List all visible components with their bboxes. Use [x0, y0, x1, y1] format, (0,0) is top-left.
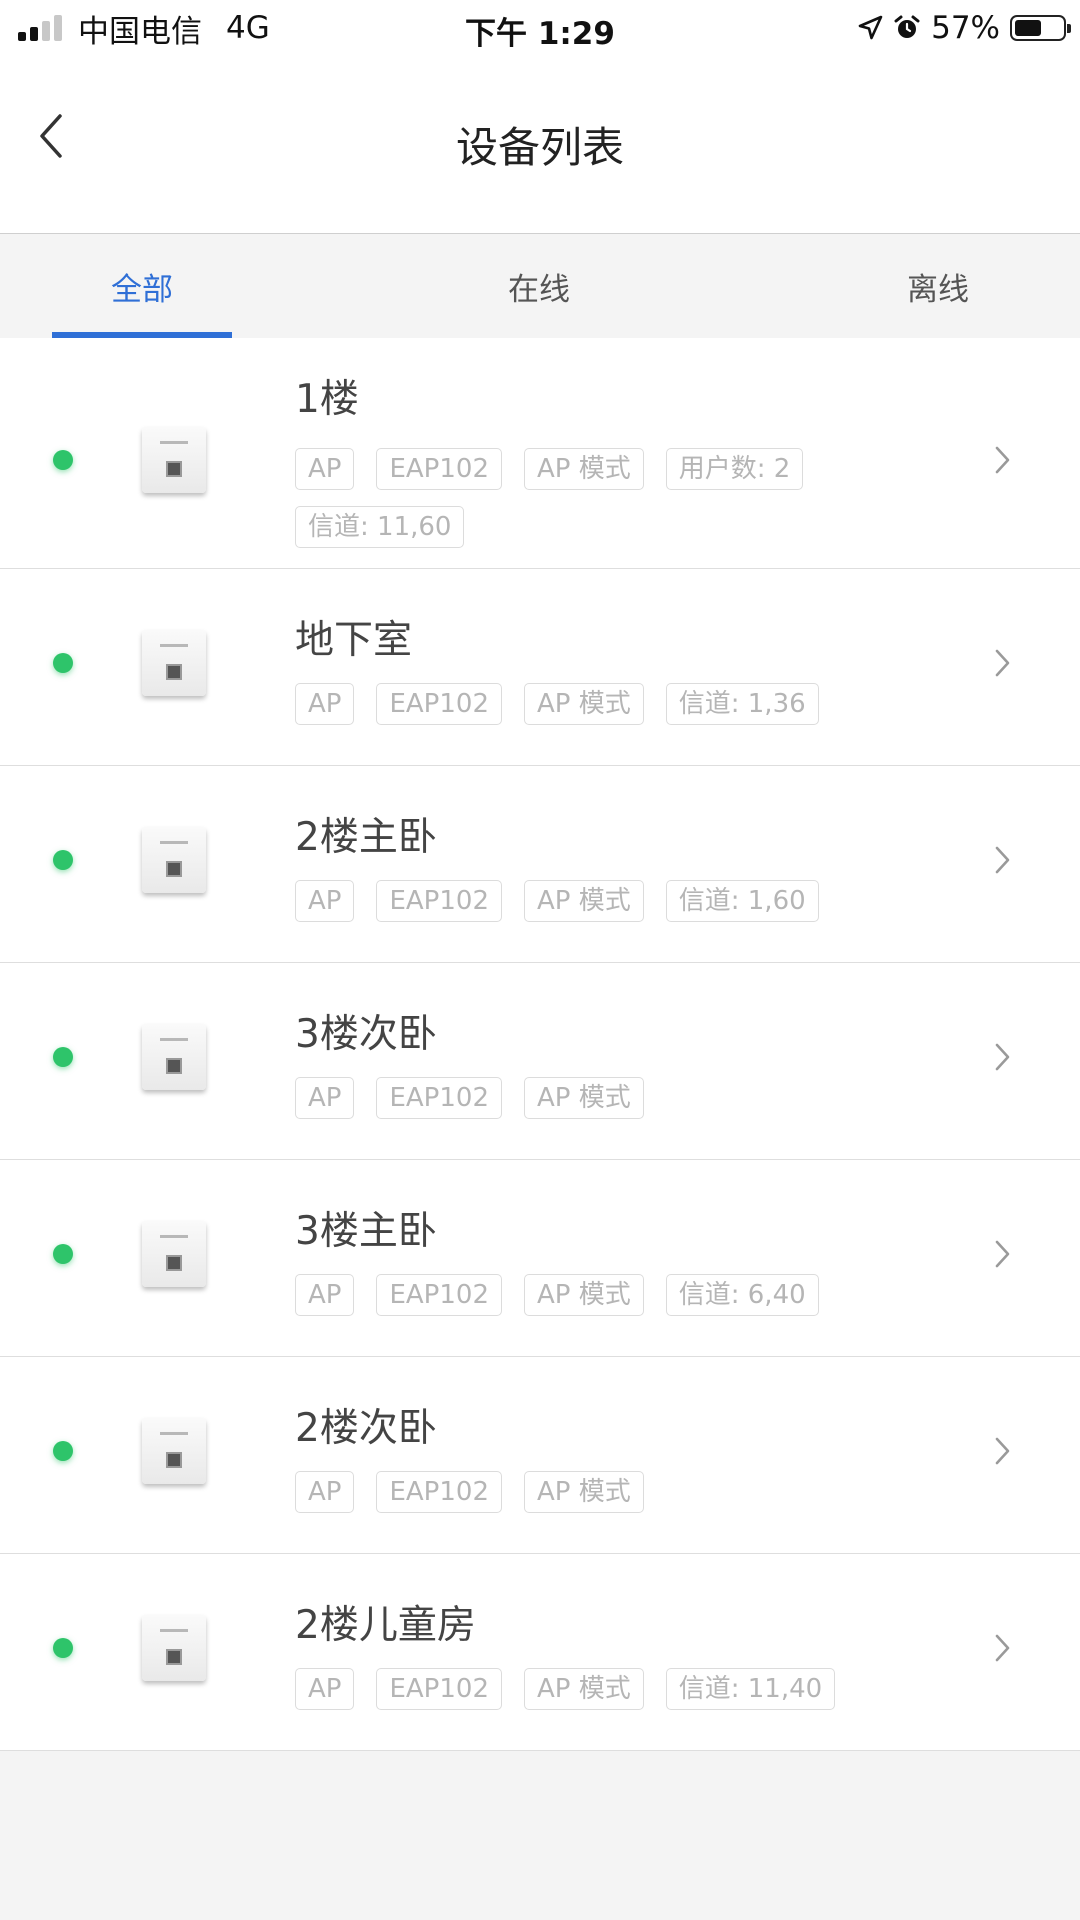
device-row[interactable]: 2楼儿童房 AP EAP102 AP 模式 信道: 11,40 [0, 1554, 1080, 1751]
device-tag: EAP102 [376, 1471, 502, 1513]
online-status-dot [53, 849, 73, 870]
online-status-dot [53, 1243, 73, 1264]
device-tag: 信道: 1,36 [665, 683, 819, 725]
device-name: 2楼主卧 [295, 815, 437, 860]
tab-bar: 全部 在线 离线 [0, 234, 1080, 338]
device-tag: EAP102 [376, 1274, 502, 1316]
online-status-dot [53, 450, 73, 470]
online-status-dot [53, 652, 73, 673]
device-tag: 信道: 11,60 [295, 506, 465, 548]
device-tag: AP [295, 880, 355, 922]
device-tag: EAP102 [376, 683, 502, 725]
device-tag: AP 模式 [524, 1668, 644, 1710]
device-row[interactable]: 3楼次卧 AP EAP102 AP 模式 [0, 963, 1080, 1160]
device-tags: AP EAP102 AP 模式 信道: 6,40 [295, 1274, 895, 1316]
device-row[interactable]: 1楼 AP EAP102 AP 模式 用户数: 2 信道: 11,60 [0, 338, 1080, 569]
device-name: 3楼主卧 [295, 1209, 437, 1254]
device-name: 2楼儿童房 [295, 1603, 476, 1648]
device-tags: AP EAP102 AP 模式 [295, 1077, 895, 1119]
location-icon [858, 15, 883, 40]
device-tag: AP 模式 [524, 448, 644, 490]
device-tag: 用户数: 2 [665, 448, 804, 490]
device-tag: AP 模式 [524, 683, 644, 725]
device-tag: AP [295, 1077, 355, 1119]
device-tag: AP [295, 683, 355, 725]
device-tag: AP [295, 1471, 355, 1513]
device-thumbnail [142, 1614, 206, 1681]
chevron-right-icon [995, 1437, 1010, 1464]
device-tag: AP 模式 [524, 1077, 644, 1119]
device-tag: EAP102 [376, 448, 502, 490]
chevron-right-icon [995, 1240, 1010, 1267]
device-name: 2楼次卧 [295, 1406, 437, 1451]
device-thumbnail [142, 629, 206, 696]
battery-fill [1015, 20, 1042, 36]
device-tag: AP 模式 [524, 1471, 644, 1513]
chevron-right-icon [995, 1634, 1010, 1661]
device-name: 3楼次卧 [295, 1012, 437, 1057]
chevron-right-icon [995, 649, 1010, 676]
device-tag: 信道: 11,40 [665, 1668, 836, 1710]
nav-bar: 设备列表 [0, 56, 1080, 234]
chevron-right-icon [995, 446, 1010, 474]
device-row[interactable]: 2楼主卧 AP EAP102 AP 模式 信道: 1,60 [0, 766, 1080, 963]
device-tag: AP [295, 1274, 355, 1316]
device-thumbnail [142, 826, 206, 893]
battery-icon [1010, 15, 1071, 41]
device-tag: EAP102 [376, 1077, 502, 1119]
chevron-right-icon [995, 1043, 1010, 1070]
online-status-dot [53, 1637, 73, 1658]
device-tag: 信道: 1,60 [665, 880, 819, 922]
device-name: 地下室 [295, 618, 413, 663]
online-status-dot [53, 1046, 73, 1067]
device-thumbnail [142, 1023, 206, 1090]
device-tag: AP [295, 1668, 355, 1710]
page-title: 设备列表 [455, 123, 624, 172]
device-tags: AP EAP102 AP 模式 信道: 1,60 [295, 880, 895, 922]
device-row[interactable]: 地下室 AP EAP102 AP 模式 信道: 1,36 [0, 569, 1080, 766]
device-tags: AP EAP102 AP 模式 [295, 1471, 895, 1513]
tab-offline[interactable]: 离线 [848, 264, 1028, 309]
device-tag: 信道: 6,40 [665, 1274, 819, 1316]
tab-all[interactable]: 全部 [52, 264, 232, 309]
battery-percent: 57% [931, 10, 1000, 46]
alarm-icon [894, 15, 920, 38]
device-list: 1楼 AP EAP102 AP 模式 用户数: 2 信道: 11,60 地下室 AP EAP10… [0, 338, 1080, 1751]
device-tag: AP 模式 [524, 1274, 644, 1316]
status-bar: 中国电信 4G 下午 1:29 57% [0, 0, 1080, 56]
device-row[interactable]: 3楼主卧 AP EAP102 AP 模式 信道: 6,40 [0, 1160, 1080, 1357]
device-thumbnail [142, 1417, 206, 1484]
device-name: 1楼 [295, 377, 359, 422]
status-right: 57% [857, 8, 1071, 48]
device-tag: EAP102 [376, 1668, 502, 1710]
device-tag: AP 模式 [524, 880, 644, 922]
device-tags: AP EAP102 AP 模式 信道: 1,36 [295, 683, 895, 725]
chevron-right-icon [995, 846, 1010, 873]
tab-online[interactable]: 在线 [449, 264, 629, 309]
device-tags: AP EAP102 AP 模式 信道: 11,40 [295, 1668, 895, 1710]
device-thumbnail [142, 427, 206, 493]
device-tag: EAP102 [376, 880, 502, 922]
device-tag: AP [295, 448, 355, 490]
device-row[interactable]: 2楼次卧 AP EAP102 AP 模式 [0, 1357, 1080, 1554]
device-tags: AP EAP102 AP 模式 用户数: 2 信道: 11,60 [295, 448, 895, 548]
online-status-dot [53, 1440, 73, 1461]
device-thumbnail [142, 1220, 206, 1287]
